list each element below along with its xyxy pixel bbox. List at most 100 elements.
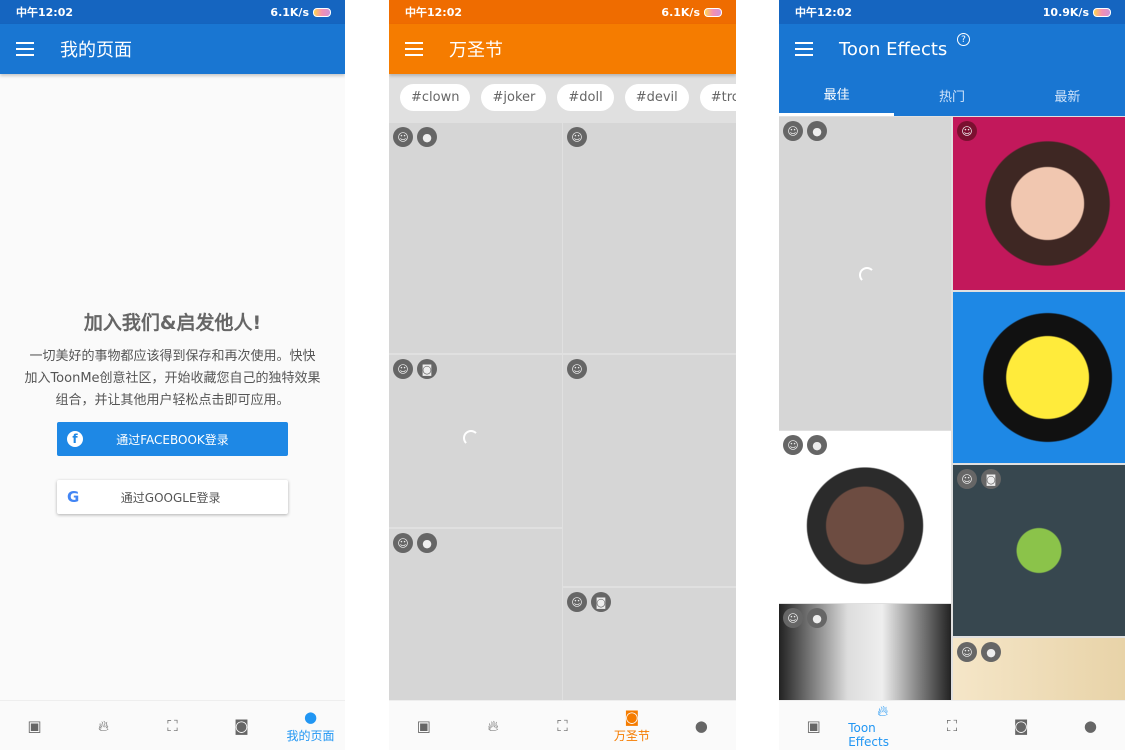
page-title: Toon Effects bbox=[839, 38, 948, 60]
nav-halloween[interactable]: ◙ bbox=[207, 701, 276, 750]
person-icon: ● bbox=[417, 127, 437, 147]
toon-icon: ☺ bbox=[567, 127, 587, 147]
app-bar: 万圣节 bbox=[389, 24, 736, 74]
toon-icon: ☺ bbox=[567, 359, 587, 379]
network-speed: 10.9K/s bbox=[1042, 5, 1089, 19]
portrait-icon: ▣ bbox=[416, 716, 431, 735]
google-login-label: 通过GOOGLE登录 bbox=[120, 490, 221, 505]
face-scan-icon: ⛶ bbox=[167, 716, 178, 735]
status-bar: 中午12:02 6.1K/s bbox=[389, 0, 736, 24]
effect-card[interactable]: ☺ ● bbox=[779, 117, 951, 430]
effect-card[interactable]: ☺ ◙ bbox=[389, 355, 562, 527]
effect-card-image[interactable]: ☺ ◙ bbox=[953, 465, 1125, 636]
effect-card-image[interactable]: ☺ ● bbox=[779, 604, 951, 700]
effect-card[interactable]: ☺ bbox=[563, 355, 736, 586]
nav-label: Toon Effects bbox=[848, 721, 889, 749]
effect-card[interactable]: ☺ ◙ bbox=[563, 588, 736, 700]
person-icon: ● bbox=[694, 716, 708, 735]
status-time: 中午12:02 bbox=[795, 6, 853, 19]
person-icon: ● bbox=[303, 707, 318, 726]
effect-card[interactable]: ☺ bbox=[563, 123, 736, 353]
ghost-icon: ◙ bbox=[417, 359, 437, 379]
toon-icon: ☺ bbox=[957, 469, 977, 489]
toon-icon: ☺ bbox=[393, 533, 413, 553]
nav-toonme[interactable]: ▣ bbox=[389, 701, 458, 750]
person-icon: ● bbox=[807, 435, 827, 455]
menu-icon[interactable] bbox=[16, 42, 34, 56]
nav-label: 万圣节 bbox=[613, 728, 650, 743]
nav-popular[interactable]: 🔥︎ Toon Effects bbox=[848, 701, 917, 750]
join-heading: 加入我们&启发他人! bbox=[83, 312, 262, 334]
effect-card-image[interactable]: ☺ bbox=[953, 117, 1125, 290]
effect-card-image[interactable]: ☺ ● bbox=[779, 431, 951, 603]
nav-toonme[interactable]: ▣ bbox=[779, 701, 848, 750]
battery-icon bbox=[313, 7, 331, 17]
toon-icon: ☺ bbox=[567, 592, 587, 612]
chip-joker[interactable]: #joker bbox=[481, 84, 547, 111]
nav-face[interactable]: ⛶ bbox=[528, 701, 597, 750]
toon-icon: ☺ bbox=[393, 359, 413, 379]
page-title: 我的页面 bbox=[60, 40, 132, 61]
app-bar: Toon Effects ? bbox=[779, 24, 1125, 74]
effect-card-image[interactable]: ☺ ● bbox=[953, 638, 1125, 700]
effect-card[interactable]: ☺ ● bbox=[389, 529, 562, 700]
person-icon: ● bbox=[807, 121, 827, 141]
person-icon: ● bbox=[417, 533, 437, 553]
menu-icon[interactable] bbox=[405, 42, 423, 56]
chip-troll[interactable]: #troll bbox=[699, 84, 736, 111]
nav-face[interactable]: ⛶ bbox=[917, 701, 986, 750]
bottom-nav: ▣ 🔥︎ ⛶ ◙ ● 我的页面 bbox=[0, 700, 345, 750]
person-icon: ● bbox=[981, 642, 1001, 662]
facebook-login-button[interactable]: f 通过FACEBOOK登录 bbox=[57, 422, 288, 456]
effect-card-image[interactable] bbox=[953, 292, 1125, 463]
app-bar: 我的页面 bbox=[0, 24, 345, 74]
person-icon: ● bbox=[807, 608, 827, 628]
screen-toon-effects: 中午12:02 10.9K/s Toon Effects ? 最佳 热门 最新 … bbox=[779, 0, 1125, 750]
nav-halloween[interactable]: ◙ bbox=[987, 701, 1056, 750]
bottom-nav: ▣ 🔥︎ ⛶ ◙ 万圣节 ● bbox=[389, 700, 736, 750]
screen-my-page: 中午12:02 6.1K/s 我的页面 加入我们&启发他人! 一切美好的事物都应… bbox=[0, 0, 345, 750]
toon-icon: ☺ bbox=[957, 642, 977, 662]
portrait-icon: ▣ bbox=[806, 716, 821, 735]
nav-my-page[interactable]: ● bbox=[1056, 701, 1125, 750]
toon-icon: ☺ bbox=[783, 121, 803, 141]
tab-hot[interactable]: 热门 bbox=[894, 74, 1009, 116]
battery-icon bbox=[704, 7, 722, 17]
facebook-icon: f bbox=[67, 431, 83, 447]
loading-spinner bbox=[859, 267, 875, 283]
ghost-icon: ◙ bbox=[624, 707, 640, 726]
fire-icon: 🔥︎ bbox=[877, 702, 889, 720]
nav-my-page[interactable]: ● bbox=[667, 701, 736, 750]
nav-popular[interactable]: 🔥︎ bbox=[458, 701, 527, 750]
google-icon: G bbox=[67, 488, 80, 506]
face-scan-icon: ⛶ bbox=[946, 716, 958, 735]
toon-icon: ☺ bbox=[783, 435, 803, 455]
toon-icon: ☺ bbox=[393, 127, 413, 147]
battery-icon bbox=[1093, 7, 1111, 17]
menu-icon[interactable] bbox=[795, 42, 813, 56]
face-scan-icon: ⛶ bbox=[557, 716, 568, 735]
facebook-login-label: 通过FACEBOOK登录 bbox=[116, 432, 229, 447]
ghost-icon: ◙ bbox=[591, 592, 611, 612]
nav-my-page[interactable]: ● 我的页面 bbox=[276, 701, 345, 750]
page-title: 万圣节 bbox=[449, 40, 503, 61]
tab-new[interactable]: 最新 bbox=[1010, 74, 1125, 116]
chip-devil[interactable]: #devil bbox=[624, 84, 689, 111]
status-time: 中午12:02 bbox=[16, 6, 74, 19]
google-login-button[interactable]: G 通过GOOGLE登录 bbox=[57, 480, 288, 514]
nav-halloween[interactable]: ◙ 万圣节 bbox=[597, 701, 666, 750]
person-icon: ● bbox=[1083, 716, 1097, 735]
tab-best[interactable]: 最佳 bbox=[779, 74, 895, 116]
help-icon[interactable]: ? bbox=[957, 33, 970, 46]
chip-clown[interactable]: #clown bbox=[400, 84, 471, 111]
network-speed: 6.1K/s bbox=[661, 5, 700, 19]
chip-doll[interactable]: #doll bbox=[557, 84, 614, 111]
effect-card[interactable]: ☺ ● bbox=[389, 123, 562, 353]
network-speed: 6.1K/s bbox=[270, 5, 309, 19]
nav-popular[interactable]: 🔥︎ bbox=[69, 701, 138, 750]
nav-face[interactable]: ⛶ bbox=[138, 701, 207, 750]
nav-toonme[interactable]: ▣ bbox=[0, 701, 69, 750]
status-bar: 中午12:02 6.1K/s bbox=[0, 0, 345, 24]
bottom-nav: ▣ 🔥︎ Toon Effects ⛶ ◙ ● bbox=[779, 700, 1125, 750]
join-description: 一切美好的事物都应该得到保存和再次使用。快快加入ToonMe创意社区，开始收藏您… bbox=[24, 349, 321, 408]
